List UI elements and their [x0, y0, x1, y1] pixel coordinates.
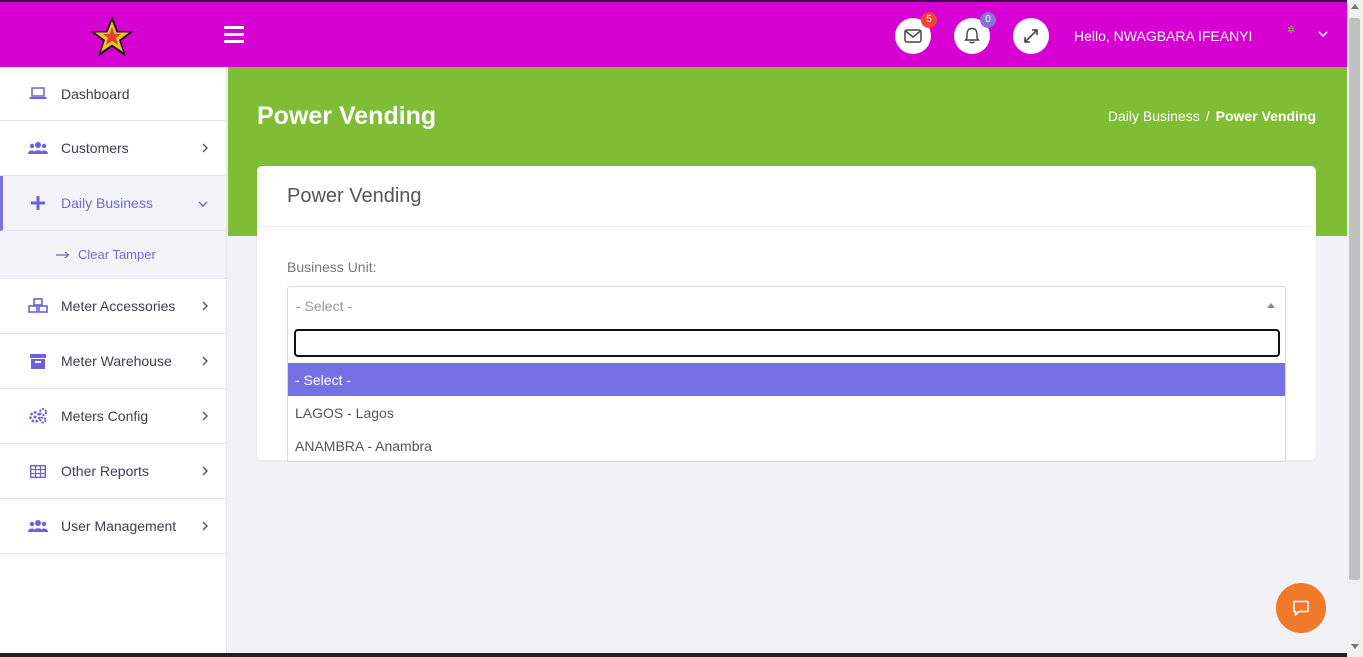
dropdown-option-anambra[interactable]: ANAMBRA - Anambra [288, 429, 1285, 462]
page-title: Power Vending [257, 102, 437, 130]
vertical-scrollbar[interactable] [1347, 0, 1363, 657]
sidebar-item-label: Meters Config [61, 408, 149, 424]
sidebar-subitem-clear-tamper[interactable]: Clear Tamper [0, 231, 226, 279]
sidebar-item-label: Daily Business [61, 195, 153, 211]
dropdown-option-select[interactable]: - Select - [288, 363, 1285, 396]
notifications-button[interactable]: 0 [954, 12, 996, 54]
business-unit-select[interactable]: - Select - [287, 286, 1286, 324]
sidebar-item-label: Dashboard [61, 85, 130, 102]
chevron-right-icon [202, 411, 208, 421]
envelope-icon [904, 29, 922, 43]
sidebar-item-daily-business[interactable]: Daily Business [0, 176, 226, 231]
top-navbar: 5 0 Hello, NWAGBARA IFEANYI ✲ [0, 0, 1347, 67]
chat-button[interactable] [1276, 583, 1326, 633]
sidebar-subitem-label: Clear Tamper [78, 247, 156, 262]
select-current-value: - Select - [296, 297, 353, 314]
fullscreen-button[interactable] [1013, 18, 1049, 54]
chevron-right-icon [202, 521, 208, 531]
sidebar-item-label: Other Reports [61, 463, 149, 479]
business-unit-dropdown: - Select - LAGOS - Lagos ANAMBRA - Anamb… [287, 324, 1286, 462]
breadcrumb-current: Power Vending [1215, 108, 1316, 124]
sidebar-item-label: Customers [61, 140, 129, 156]
scroll-down-arrow-icon[interactable] [1351, 644, 1359, 649]
scroll-up-arrow-icon[interactable] [1351, 4, 1359, 9]
star-logo-icon[interactable] [86, 14, 138, 60]
chevron-down-icon[interactable] [1318, 30, 1328, 38]
expand-icon [1024, 29, 1038, 43]
user-avatar[interactable]: ✲ [1287, 26, 1297, 36]
bell-icon [964, 27, 980, 44]
mail-count-badge: 5 [921, 12, 937, 28]
user-greeting[interactable]: Hello, NWAGBARA IFEANYI [1074, 28, 1252, 44]
sidebar-item-meter-warehouse[interactable]: Meter Warehouse [0, 334, 226, 389]
dropdown-search-input[interactable] [294, 329, 1280, 357]
notification-count-badge: 0 [980, 12, 996, 28]
sidebar-item-label: Meter Accessories [61, 298, 176, 314]
chevron-right-icon [202, 356, 208, 366]
table-icon [28, 463, 48, 479]
chevron-right-icon [202, 301, 208, 311]
sidebar-item-dashboard[interactable]: Dashboard [0, 67, 226, 121]
bottom-edge [0, 653, 1347, 657]
users-icon [28, 140, 48, 156]
archive-icon [28, 353, 48, 369]
sidebar-item-label: User Management [61, 518, 177, 534]
sidebar-item-other-reports[interactable]: Other Reports [0, 444, 226, 499]
sidebar-item-meters-config[interactable]: Meters Config [0, 389, 226, 444]
cogs-icon [28, 408, 48, 424]
mail-button[interactable]: 5 [895, 12, 937, 54]
sidebar-item-customers[interactable]: Customers [0, 121, 226, 176]
business-unit-label: Business Unit: [287, 259, 377, 275]
caret-up-icon [1267, 303, 1275, 308]
sidebar: Dashboard Customers Daily Business Clear… [0, 67, 227, 657]
chevron-right-icon [202, 143, 208, 153]
scrollbar-thumb[interactable] [1349, 18, 1360, 580]
sidebar-item-meter-accessories[interactable]: Meter Accessories [0, 279, 226, 334]
breadcrumb: Daily Business / Power Vending [1108, 108, 1316, 124]
dropdown-option-lagos[interactable]: LAGOS - Lagos [288, 396, 1285, 429]
plus-icon [28, 195, 48, 211]
sidebar-item-label: Meter Warehouse [61, 353, 172, 369]
sidebar-item-user-management[interactable]: User Management [0, 499, 226, 554]
card-header: Power Vending [257, 166, 1316, 227]
breadcrumb-separator: / [1205, 108, 1210, 124]
breadcrumb-link-daily-business[interactable]: Daily Business [1108, 108, 1200, 124]
users-icon [28, 518, 48, 534]
laptop-icon [28, 86, 48, 102]
menu-toggle-button[interactable] [224, 26, 244, 44]
card-title: Power Vending [287, 184, 422, 207]
chat-bubble-icon [1293, 600, 1309, 616]
cubes-icon [28, 298, 48, 314]
chevron-down-icon [198, 201, 208, 207]
chevron-right-icon [202, 466, 208, 476]
arrow-right-icon [56, 251, 70, 258]
